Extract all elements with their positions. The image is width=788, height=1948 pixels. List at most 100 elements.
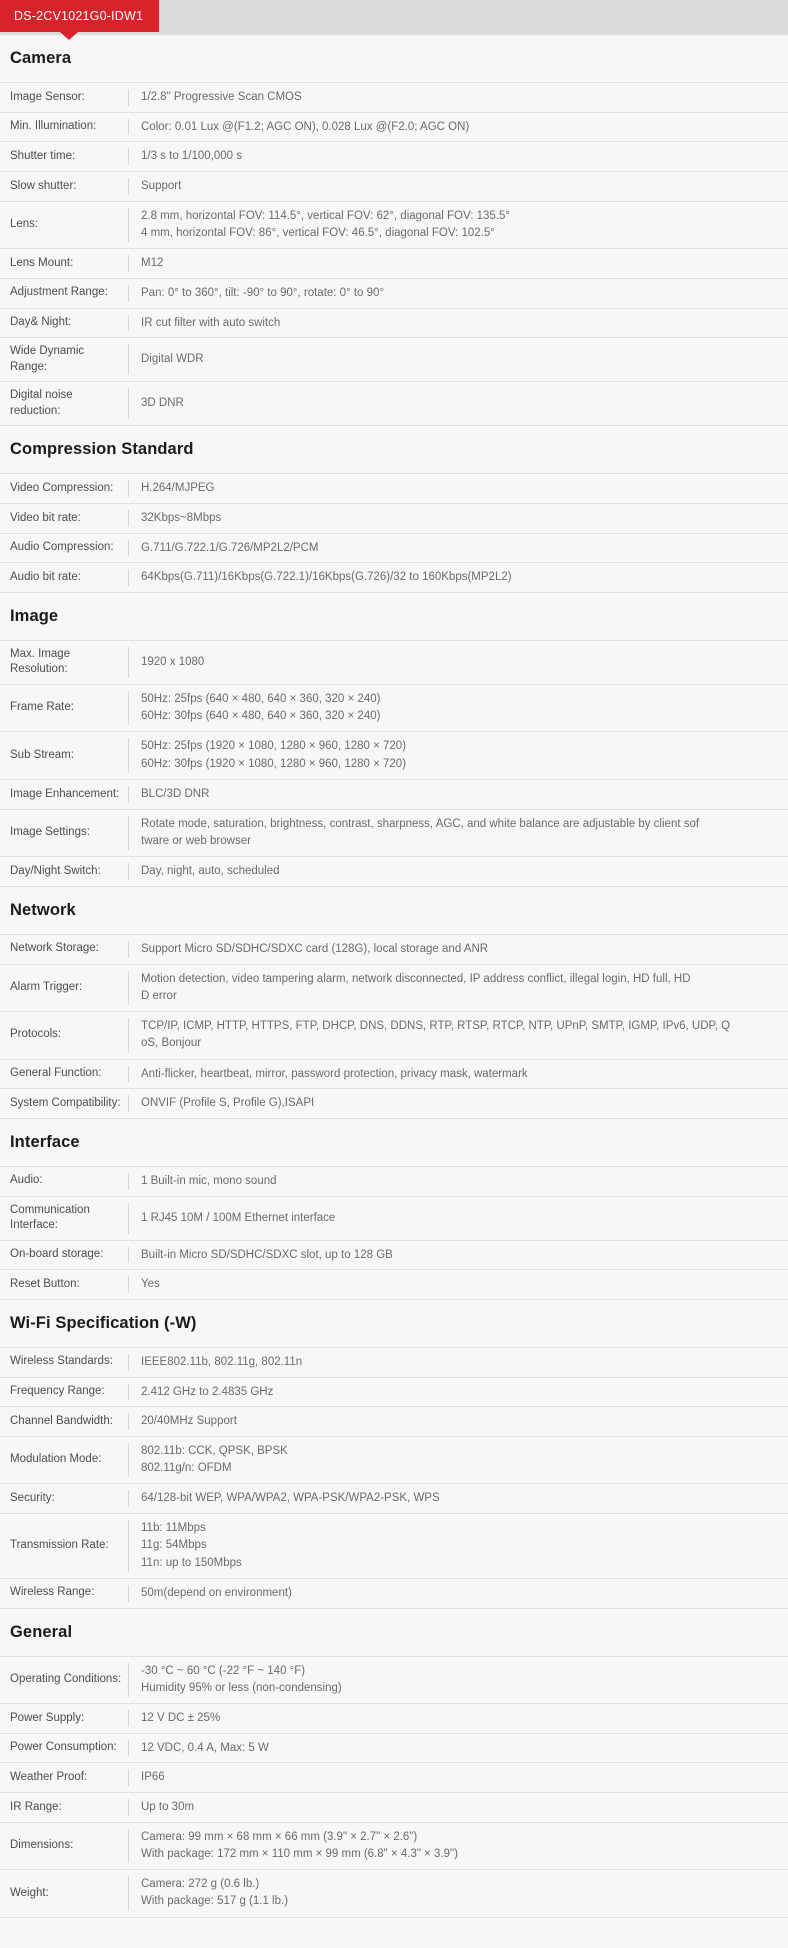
spec-section: Wi-Fi Specification (-W) Wireless Standar… xyxy=(0,1300,788,1609)
specification-sheet: Camera Image Sensor: 1/2.8" Progressive Sc… xyxy=(0,35,788,1944)
spec-row: Wireless Standards: IEEE802.11b, 802.11g,… xyxy=(0,1348,788,1378)
spec-row-value: Built-in Micro SD/SDHC/SDXC slot, up to … xyxy=(141,1248,393,1261)
spec-row-value: IEEE802.11b, 802.11g, 802.11n xyxy=(141,1355,303,1368)
spec-row: Reset Button: Yes xyxy=(0,1270,788,1300)
tab-pointer-icon xyxy=(60,31,78,40)
spec-row: Slow shutter: Support xyxy=(0,172,788,202)
spec-row-label: Lens: xyxy=(10,218,39,231)
model-tab: DS-2CV1021G0-IDW1 xyxy=(0,0,160,40)
spec-row-label: Security: xyxy=(10,1491,55,1504)
spec-row: Sub Stream: 50Hz: 25fps (1920 × 1080, 128… xyxy=(0,732,788,780)
spec-row-label: Frame Rate: xyxy=(10,701,74,714)
spec-row: Image Enhancement: BLC/3D DNR xyxy=(0,780,788,810)
spec-row: Power Consumption: 12 VDC, 0.4 A, Max: 5 … xyxy=(0,1734,788,1764)
section-title: Interface xyxy=(10,1132,80,1151)
spec-row-value: Yes xyxy=(141,1278,160,1291)
spec-row: Frame Rate: 50Hz: 25fps (640 × 480, 640 ×… xyxy=(0,685,788,733)
spec-row-value: 3D DNR xyxy=(141,397,184,410)
spec-row: Wireless Range: 50m(depend on environment… xyxy=(0,1579,788,1609)
spec-row-label: Min. Illumination: xyxy=(10,120,97,133)
spec-row-group: Wireless Standards: IEEE802.11b, 802.11g,… xyxy=(0,1346,788,1609)
spec-row-value: Camera: 99 mm × 68 mm × 66 mm (3.9" × 2.… xyxy=(141,1830,458,1860)
section-title: Image xyxy=(10,606,59,625)
spec-row-label: General Function: xyxy=(10,1067,102,1080)
spec-row: Audio Compression: G.711/G.722.1/G.726/MP… xyxy=(0,534,788,564)
spec-row-value: 1 RJ45 10M / 100M Ethernet interface xyxy=(141,1211,336,1224)
spec-row-label: Wireless Standards: xyxy=(10,1355,113,1368)
spec-row-label: Dimensions: xyxy=(10,1839,74,1852)
spec-row-label: Lens Mount: xyxy=(10,256,74,269)
spec-row: Lens: 2.8 mm, horizontal FOV: 114.5°, ver… xyxy=(0,202,788,250)
spec-row-label: Power Supply: xyxy=(10,1711,85,1724)
spec-row-group: Video Compression: H.264/MJPEG Video bit r… xyxy=(0,473,788,593)
spec-section: Camera Image Sensor: 1/2.8" Progressive Sc… xyxy=(0,35,788,427)
spec-row: Lens Mount: M12 xyxy=(0,249,788,279)
spec-row: Protocols: TCP/IP, ICMP, HTTP, HTTPS, FTP… xyxy=(0,1012,788,1060)
spec-row-value: 50Hz: 25fps (1920 × 1080, 1280 × 960, 12… xyxy=(141,740,407,770)
spec-row-label: Day& Night: xyxy=(10,316,72,329)
spec-row-label: Audio bit rate: xyxy=(10,570,81,583)
section-title: Camera xyxy=(10,49,72,67)
section-title: Compression Standard xyxy=(10,440,194,459)
spec-row-label: Weight: xyxy=(10,1886,49,1899)
spec-row-label: Wireless Range: xyxy=(10,1586,95,1599)
spec-row-value: Pan: 0° to 360°, tilt: -90° to 90°, rota… xyxy=(141,286,385,299)
spec-row-value: 1/2.8" Progressive Scan CMOS xyxy=(141,91,302,103)
spec-row-value: Support Micro SD/SDHC/SDXC card (128G), … xyxy=(141,942,489,955)
spec-row-label: Wide Dynamic Range: xyxy=(10,345,85,373)
spec-row-value: TCP/IP, ICMP, HTTP, HTTPS, FTP, DHCP, DN… xyxy=(141,1020,731,1050)
spec-row-value: Anti-flicker, heartbeat, mirror, passwor… xyxy=(141,1067,528,1080)
spec-row-value: Digital WDR xyxy=(141,353,204,366)
spec-row: Image Sensor: 1/2.8" Progressive Scan CMO… xyxy=(0,83,788,113)
section-title: General xyxy=(10,1622,73,1641)
spec-row-label: Day/Night Switch: xyxy=(10,864,101,877)
spec-row-label: Communication Interface: xyxy=(10,1203,90,1232)
spec-row-value: Camera: 272 g (0.6 lb.) With package: 51… xyxy=(141,1878,289,1908)
spec-row-label: System Compatibility: xyxy=(10,1096,121,1109)
spec-row: Weather Proof: IP66 xyxy=(0,1763,788,1794)
spec-row-label: Video Compression: xyxy=(10,481,114,494)
spec-row: Transmission Rate: 11b: 11Mbps 11g: 54Mbp… xyxy=(0,1514,788,1579)
spec-row-value: 50m(depend on environment) xyxy=(141,1586,292,1599)
spec-row-value: Color: 0.01 Lux @(F1.2; AGC ON), 0.028 L… xyxy=(141,120,470,133)
spec-row-value: M12 xyxy=(141,257,164,270)
spec-row-value: G.711/G.722.1/G.726/MP2L2/PCM xyxy=(141,541,319,554)
spec-row-label: Protocols: xyxy=(10,1028,62,1041)
spec-section: Image Max. Image Resolution: 1920 x 1080 Fr… xyxy=(0,593,788,887)
spec-row-label: Modulation Mode: xyxy=(10,1453,102,1466)
spec-section: Network Network Storage: Support Micro SD/… xyxy=(0,887,788,1119)
spec-row: Frequency Range: 2.412 GHz to 2.4835 GHz xyxy=(0,1378,788,1408)
spec-section: Interface Audio: 1 Built-in mic, mono soun… xyxy=(0,1119,788,1300)
spec-row-label: Image Enhancement: xyxy=(10,787,120,800)
spec-row-label: Video bit rate: xyxy=(10,511,81,524)
spec-row: Max. Image Resolution: 1920 x 1080 xyxy=(0,641,788,685)
spec-row-label: Max. Image Resolution: xyxy=(10,647,71,676)
spec-row-value: 802.11b: CCK, QPSK, BPSK 802.11g/n: OFDM xyxy=(141,1444,288,1475)
model-tab-label: DS-2CV1021G0-IDW1 xyxy=(14,9,144,23)
spec-row-value: 12 V DC ± 25% xyxy=(141,1712,221,1724)
spec-row-label: Audio Compression: xyxy=(10,541,114,554)
spec-row: Weight: Camera: 272 g (0.6 lb.) With pack… xyxy=(0,1870,788,1918)
spec-row: Digital noise reduction: 3D DNR xyxy=(0,382,788,427)
spec-row-label: Image Settings: xyxy=(10,826,90,839)
spec-row: Modulation Mode: 802.11b: CCK, QPSK, BPSK… xyxy=(0,1437,788,1485)
spec-row-value: Support xyxy=(141,180,182,193)
spec-row-label: Alarm Trigger: xyxy=(10,980,83,993)
spec-row-label: On-board storage: xyxy=(10,1248,104,1261)
spec-row-label: Transmission Rate: xyxy=(10,1539,109,1552)
spec-row-label: Network Storage: xyxy=(10,942,99,955)
spec-row: Security: 64/128-bit WEP, WPA/WPA2, WPA-P… xyxy=(0,1484,788,1515)
spec-row-group: Audio: 1 Built-in mic, mono sound Communic… xyxy=(0,1165,788,1300)
spec-row-label: Weather Proof: xyxy=(10,1770,88,1783)
spec-row: Shutter time: 1/3 s to 1/100,000 s xyxy=(0,142,788,173)
spec-row-label: Audio: xyxy=(10,1174,43,1187)
spec-row-value: Day, night, auto, scheduled xyxy=(141,865,280,878)
spec-row: Video Compression: H.264/MJPEG xyxy=(0,474,788,504)
spec-row-label: Adjustment Range: xyxy=(10,286,108,299)
spec-row-value: 2.412 GHz to 2.4835 GHz xyxy=(141,1385,274,1398)
spec-row: IR Range: Up to 30m xyxy=(0,1793,788,1823)
spec-row: Adjustment Range: Pan: 0° to 360°, tilt: … xyxy=(0,279,788,309)
spec-row-value: ONVIF (Profile S, Profile G),ISAPI xyxy=(141,1097,315,1110)
spec-row: Power Supply: 12 V DC ± 25% xyxy=(0,1704,788,1734)
spec-row: Min. Illumination: Color: 0.01 Lux @(F1.2… xyxy=(0,113,788,143)
